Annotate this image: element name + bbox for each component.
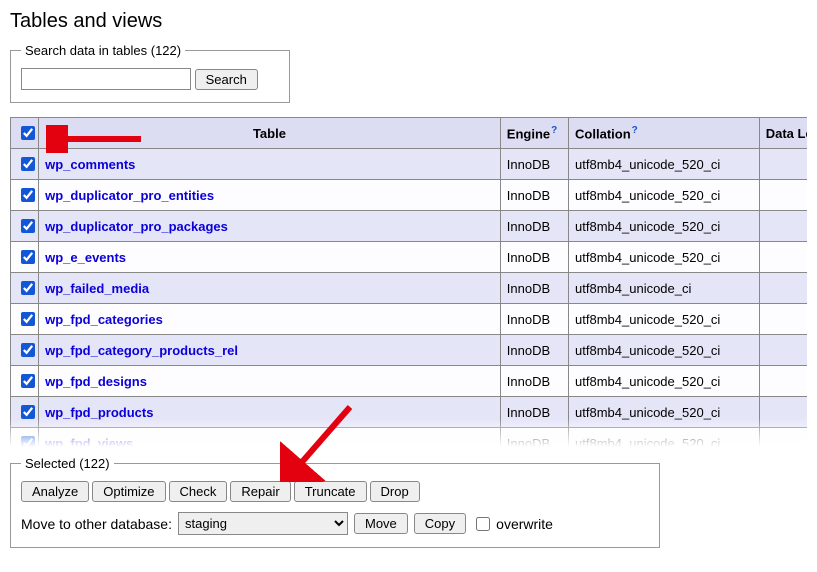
table-row: wp_fpd_products InnoDButf8mb4_unicode_520…	[11, 397, 808, 428]
table-name-link[interactable]: wp_fpd_products	[45, 405, 153, 420]
data-length-cell	[759, 397, 807, 428]
data-length-cell	[759, 428, 807, 453]
collation-cell: utf8mb4_unicode_520_ci	[569, 397, 760, 428]
row-checkbox[interactable]	[21, 374, 35, 388]
overwrite-checkbox[interactable]	[476, 517, 490, 531]
engine-cell: InnoDB	[500, 366, 568, 397]
table-name-link[interactable]: wp_duplicator_pro_entities	[45, 188, 214, 203]
table-row: wp_fpd_category_products_rel InnoDButf8mb…	[11, 335, 808, 366]
table-row: wp_fpd_categories InnoDButf8mb4_unicode_5…	[11, 304, 808, 335]
engine-cell: InnoDB	[500, 335, 568, 366]
row-checkbox[interactable]	[21, 312, 35, 326]
table-name-link[interactable]: wp_fpd_category_products_rel	[45, 343, 238, 358]
analyze-button[interactable]: Analyze	[21, 481, 89, 502]
collation-cell: utf8mb4_unicode_ci	[569, 273, 760, 304]
table-row: wp_e_events InnoDButf8mb4_unicode_520_ci	[11, 242, 808, 273]
move-button[interactable]: Move	[354, 513, 408, 534]
row-checkbox[interactable]	[21, 188, 35, 202]
check-all-checkbox[interactable]	[21, 126, 35, 140]
overwrite-label[interactable]: overwrite	[472, 514, 553, 534]
page-title: Tables and views	[10, 10, 807, 33]
repair-button[interactable]: Repair	[230, 481, 290, 502]
header-collation[interactable]: Collation?	[569, 118, 760, 149]
engine-cell: InnoDB	[500, 273, 568, 304]
target-database-select[interactable]: staging	[178, 512, 348, 535]
copy-button[interactable]: Copy	[414, 513, 466, 534]
tables-list-container: Table Engine? Collation? Data Length wp_…	[10, 117, 807, 452]
truncate-button[interactable]: Truncate	[294, 481, 367, 502]
engine-cell: InnoDB	[500, 428, 568, 453]
optimize-button[interactable]: Optimize	[92, 481, 165, 502]
row-checkbox[interactable]	[21, 250, 35, 264]
collation-cell: utf8mb4_unicode_520_ci	[569, 428, 760, 453]
collation-cell: utf8mb4_unicode_520_ci	[569, 242, 760, 273]
selected-fieldset: Selected (122) AnalyzeOptimizeCheckRepai…	[10, 456, 660, 548]
engine-cell: InnoDB	[500, 211, 568, 242]
row-checkbox[interactable]	[21, 436, 35, 450]
collation-cell: utf8mb4_unicode_520_ci	[569, 149, 760, 180]
collation-cell: utf8mb4_unicode_520_ci	[569, 335, 760, 366]
help-icon[interactable]: ?	[632, 125, 638, 136]
table-name-link[interactable]: wp_duplicator_pro_packages	[45, 219, 228, 234]
engine-cell: InnoDB	[500, 242, 568, 273]
collation-cell: utf8mb4_unicode_520_ci	[569, 211, 760, 242]
collation-cell: utf8mb4_unicode_520_ci	[569, 304, 760, 335]
help-icon[interactable]: ?	[551, 125, 557, 136]
table-row: wp_fpd_designs InnoDButf8mb4_unicode_520_…	[11, 366, 808, 397]
search-button[interactable]: Search	[195, 69, 258, 90]
data-length-cell	[759, 149, 807, 180]
table-row: wp_comments InnoDButf8mb4_unicode_520_ci	[11, 149, 808, 180]
data-length-cell	[759, 304, 807, 335]
row-checkbox[interactable]	[21, 343, 35, 357]
table-row: wp_duplicator_pro_packages InnoDButf8mb4_…	[11, 211, 808, 242]
data-length-cell	[759, 180, 807, 211]
selected-legend: Selected (122)	[21, 456, 114, 471]
header-engine[interactable]: Engine?	[500, 118, 568, 149]
engine-cell: InnoDB	[500, 180, 568, 211]
row-checkbox[interactable]	[21, 157, 35, 171]
table-name-link[interactable]: wp_fpd_categories	[45, 312, 163, 327]
table-name-link[interactable]: wp_fpd_views	[45, 436, 133, 451]
row-checkbox[interactable]	[21, 219, 35, 233]
data-length-cell	[759, 335, 807, 366]
header-table[interactable]: Table	[39, 118, 501, 149]
search-input[interactable]	[21, 68, 191, 90]
header-data-length[interactable]: Data Length	[759, 118, 807, 149]
data-length-cell	[759, 242, 807, 273]
collation-cell: utf8mb4_unicode_520_ci	[569, 180, 760, 211]
engine-cell: InnoDB	[500, 397, 568, 428]
row-checkbox[interactable]	[21, 281, 35, 295]
table-name-link[interactable]: wp_failed_media	[45, 281, 149, 296]
header-check-all[interactable]	[11, 118, 39, 149]
data-length-cell	[759, 273, 807, 304]
table-row: wp_fpd_views InnoDButf8mb4_unicode_520_ci	[11, 428, 808, 453]
table-name-link[interactable]: wp_fpd_designs	[45, 374, 147, 389]
engine-cell: InnoDB	[500, 149, 568, 180]
table-name-link[interactable]: wp_comments	[45, 157, 135, 172]
tables-grid: Table Engine? Collation? Data Length wp_…	[10, 117, 807, 452]
engine-cell: InnoDB	[500, 304, 568, 335]
table-row: wp_duplicator_pro_entities InnoDButf8mb4_…	[11, 180, 808, 211]
search-fieldset: Search data in tables (122) Search	[10, 43, 290, 103]
collation-cell: utf8mb4_unicode_520_ci	[569, 366, 760, 397]
check-button[interactable]: Check	[169, 481, 228, 502]
data-length-cell	[759, 366, 807, 397]
row-checkbox[interactable]	[21, 405, 35, 419]
search-legend: Search data in tables (122)	[21, 43, 185, 58]
table-name-link[interactable]: wp_e_events	[45, 250, 126, 265]
data-length-cell	[759, 211, 807, 242]
table-row: wp_failed_media InnoDButf8mb4_unicode_ci	[11, 273, 808, 304]
drop-button[interactable]: Drop	[370, 481, 420, 502]
move-label: Move to other database:	[21, 516, 172, 532]
